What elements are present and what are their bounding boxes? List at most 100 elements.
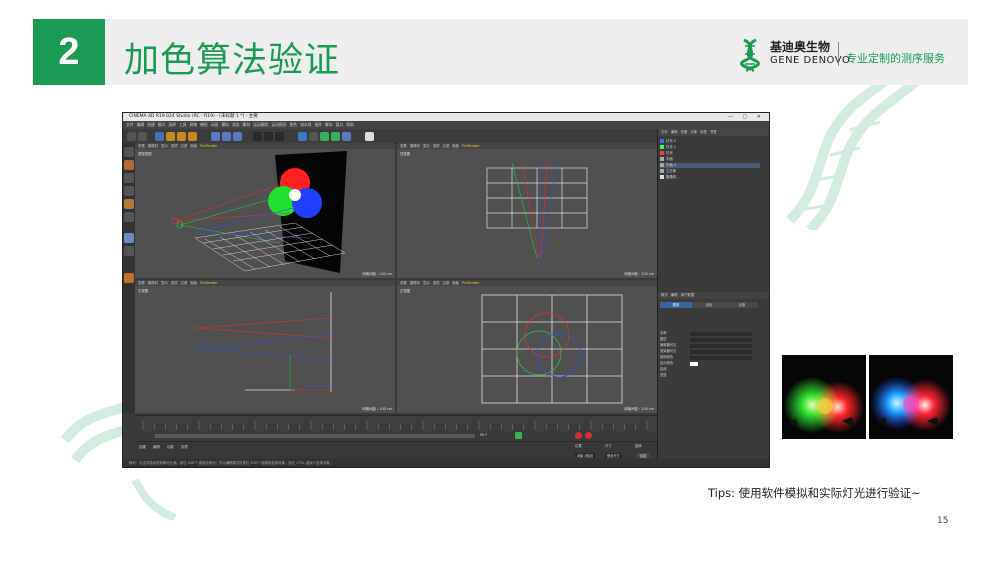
cloner-icon[interactable] (331, 132, 340, 141)
attr-row-display-color[interactable]: 显示颜色 (660, 361, 758, 366)
object-row[interactable]: 平面 (660, 157, 760, 162)
magnet-icon[interactable] (124, 273, 134, 283)
record-button[interactable] (575, 432, 582, 439)
autokey-button[interactable] (585, 432, 592, 439)
grid-spacing: 网格间距 : 100 cm (362, 407, 392, 411)
cube-icon[interactable] (298, 132, 307, 141)
menu-item[interactable]: 雕刻 (243, 121, 251, 129)
object-row[interactable]: 灯光 (660, 151, 760, 156)
menu-item[interactable]: 动画 (211, 121, 219, 129)
menu-item[interactable]: 角色 (290, 121, 298, 129)
render-settings-icon[interactable] (275, 132, 284, 141)
attr-row-xray[interactable]: 透显 (660, 373, 758, 378)
menu-item[interactable]: 流水线 (300, 121, 311, 129)
points-mode-icon[interactable] (124, 173, 134, 183)
gene-denovo-logo-icon (740, 38, 760, 72)
menu-item[interactable]: 渲染 (232, 121, 240, 129)
timeline-ruler (142, 420, 648, 430)
coord-header-size: 尺寸 (605, 444, 612, 448)
attr-row-layer[interactable]: 图层 (660, 337, 758, 342)
viewport-front[interactable]: 查看 摄像机 显示 选项 过滤 面板 ProRender 正视图 网格间距 : 100 cm (397, 280, 657, 413)
object-row[interactable]: 摄像机 (660, 175, 760, 180)
axis-x-icon[interactable] (211, 132, 220, 141)
bottom-tab-texture[interactable]: 纹理 (181, 444, 188, 449)
object-row[interactable]: 灯光.1 (660, 145, 760, 150)
undo-icon[interactable] (127, 132, 136, 141)
attr-tab-object[interactable]: 对象 (726, 302, 758, 308)
menu-item[interactable]: 选择 (168, 121, 176, 129)
grid-spacing: 网格间距 : 100 cm (624, 272, 654, 276)
axis-y-icon[interactable] (222, 132, 231, 141)
menu-item[interactable]: 插件 (314, 121, 322, 129)
snap-icon[interactable] (124, 233, 134, 243)
menu-item[interactable]: 运动跟踪 (253, 121, 268, 129)
polygons-mode-icon[interactable] (124, 199, 134, 209)
menu-item[interactable]: 脚本 (325, 121, 333, 129)
play-button[interactable] (515, 432, 522, 439)
apply-button[interactable]: 应用 (637, 453, 650, 458)
attr-row-editor-visible[interactable]: 编辑器可见 (660, 343, 758, 348)
timeline[interactable] (135, 415, 657, 432)
menu-item[interactable]: 工具 (179, 121, 187, 129)
coord-header-rotation: 旋转 (635, 444, 642, 448)
viewport-label: 正视图 (400, 289, 411, 293)
mode-toolbar (123, 143, 135, 413)
rotate-tool-icon[interactable] (188, 132, 197, 141)
section-number: 2 (33, 19, 105, 85)
bottom-tab-edit[interactable]: 编辑 (153, 444, 160, 449)
render-icon[interactable] (264, 132, 273, 141)
attr-row-enabled[interactable]: 启用 (660, 367, 758, 372)
object-row[interactable]: 立方体 (660, 169, 760, 174)
model-mode-icon[interactable] (124, 147, 134, 157)
menu-item[interactable]: 模式 (158, 121, 166, 129)
object-row[interactable]: 灯光.2 (660, 139, 760, 144)
scale-tool-icon[interactable] (177, 132, 186, 141)
menu-item[interactable]: 模拟 (221, 121, 229, 129)
menu-item[interactable]: 编辑 (137, 121, 145, 129)
attr-tab-coord[interactable]: 坐标 (693, 302, 725, 308)
redo-icon[interactable] (138, 132, 147, 141)
axis-mode-icon[interactable] (124, 212, 134, 222)
viewport-right[interactable]: 查看 摄像机 显示 选项 过滤 面板 ProRender 右视图 网格间距 : 100 cm (135, 280, 395, 413)
subdivision-icon[interactable] (320, 132, 329, 141)
attr-row-use-color[interactable]: 使用颜色 (660, 355, 758, 360)
render-view-icon[interactable] (253, 132, 262, 141)
viewport-label: 右视图 (138, 289, 149, 293)
coord-mode-select[interactable]: 对象 (相对) (575, 453, 596, 458)
workplane-icon[interactable] (124, 246, 134, 256)
deformer-icon[interactable] (342, 132, 351, 141)
viewport-top[interactable]: 查看 摄像机 显示 选项 过滤 面板 ProRender 顶视图 网格间距 : 100 cm (397, 143, 657, 278)
cinema4d-screenshot: CINEMA 4D R19.024 Studio (RC - R19) - [未… (122, 112, 770, 468)
top-scene (486, 158, 588, 263)
light-icon[interactable] (365, 132, 374, 141)
object-row[interactable]: 平面.1 (660, 163, 760, 168)
select-tool-icon[interactable] (155, 132, 164, 141)
menu-item[interactable]: 运动图形 (271, 121, 286, 129)
menu-item[interactable]: 文件 (126, 121, 134, 129)
menu-item[interactable]: 捕捉 (200, 121, 208, 129)
bottom-tab-function[interactable]: 功能 (167, 444, 174, 449)
move-tool-icon[interactable] (166, 132, 175, 141)
viewport-perspective[interactable]: 查看 摄像机 显示 选项 过滤 面板 ProRender 透视视图 网格间距:… (135, 143, 395, 278)
photo-blue-red-lights (869, 355, 953, 439)
texture-mode-icon[interactable] (124, 160, 134, 170)
playback-controls: 90 F (135, 431, 657, 441)
menu-item[interactable]: 网格 (190, 121, 198, 129)
app-menubar: 文件 编辑 创建 模式 选择 工具 网格 捕捉 动画 模拟 渲染 雕刻 运动跟踪 运动图形 角色 流水线 插件脚… (123, 121, 769, 129)
pen-icon[interactable] (309, 132, 318, 141)
attr-row-name[interactable]: 名称 (660, 331, 758, 336)
page-number: 15 (937, 516, 949, 526)
coord-size-select[interactable]: 绝对尺寸 (605, 453, 622, 458)
axis-z-icon[interactable] (233, 132, 242, 141)
menu-item[interactable]: 窗口 (336, 121, 344, 129)
attr-row-render-visible[interactable]: 渲染器可见 (660, 349, 758, 354)
photo-red-green-lights (782, 355, 866, 439)
bottom-tab-create[interactable]: 创建 (139, 444, 146, 449)
viewport-label: 透视视图 (138, 152, 152, 156)
menu-item[interactable]: 创建 (147, 121, 155, 129)
timeline-end-frame: 90 F (480, 433, 488, 437)
menu-item[interactable]: 帮助 (346, 121, 354, 129)
timeline-slider[interactable] (155, 434, 475, 438)
edges-mode-icon[interactable] (124, 186, 134, 196)
attr-tab-basic[interactable]: 基本 (660, 302, 692, 308)
